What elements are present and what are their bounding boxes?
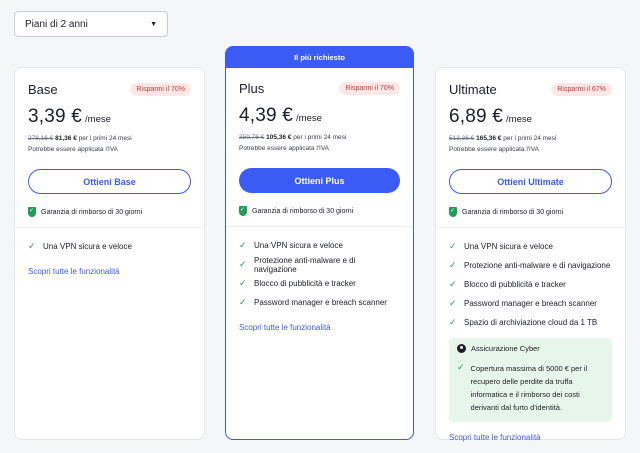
plan-name: Ultimate	[449, 82, 497, 97]
feature-item: ✓ Protezione anti-malware e di navigazion…	[449, 260, 611, 270]
new-price: 105,36 €	[266, 134, 292, 141]
feature-list: ✓ Una VPN sicura e veloce ✓ Protezione ant…	[449, 237, 612, 332]
most-popular-ribbon: Il più richiesto	[226, 47, 413, 68]
period-text: per i primi 24 mesi	[78, 135, 132, 142]
check-icon: ✓	[449, 241, 457, 251]
old-price: 359,76 €	[239, 134, 265, 141]
check-icon: ✓	[449, 279, 457, 289]
price-amount: 3,39 €	[28, 106, 83, 127]
old-price: 513,36 €	[449, 135, 475, 142]
price-period: /mese	[85, 114, 111, 125]
plan-duration-select[interactable]: Piani di 2 anni ▼	[14, 11, 168, 37]
shield-icon	[239, 206, 247, 216]
feature-item: ✓ Password manager e breach scanner	[449, 298, 597, 308]
guarantee-text: Garanzia di rimborso di 30 giorni	[252, 207, 354, 215]
plan-card-base: Base Risparmi il 70% 3,39 € /mese 278,16…	[14, 67, 205, 440]
plan-card-plus: Il più richiesto Plus Risparmi il 70% 4,…	[225, 46, 414, 440]
feature-item: ✓ Blocco di pubblicità e tracker	[449, 279, 566, 289]
new-price: 165,36 €	[476, 135, 502, 142]
check-icon: ✓	[449, 317, 457, 327]
savings-badge: Risparmi il 67%	[551, 83, 612, 96]
check-icon: ✓	[457, 362, 465, 372]
feature-item: ✓ Blocco di pubblicità e tracker	[239, 278, 356, 288]
insurance-icon	[457, 344, 466, 353]
caret-down-icon: ▼	[150, 20, 157, 28]
check-icon: ✓	[449, 260, 457, 270]
check-icon: ✓	[28, 241, 36, 251]
check-icon: ✓	[239, 278, 247, 288]
feature-item: ✓ Spazio di archiviazione cloud da 1 TB	[449, 317, 598, 327]
plan-card-ultimate: Ultimate Risparmi il 67% 6,89 € /mese 51…	[435, 67, 626, 442]
guarantee-text: Garanzia di rimborso di 30 giorni	[462, 208, 564, 216]
divider	[436, 227, 625, 228]
feature-item: ✓ Una VPN sicura e veloce	[449, 241, 553, 251]
get-ultimate-button[interactable]: Ottieni Ultimate	[449, 169, 612, 194]
vat-note: Potrebbe essere applicata l'IVA	[449, 146, 540, 153]
vat-note: Potrebbe essere applicata l'IVA	[28, 146, 119, 153]
check-icon: ✓	[239, 259, 247, 269]
shield-icon	[28, 207, 36, 217]
old-price: 278,16 €	[28, 135, 54, 142]
savings-badge: Risparmi il 70%	[130, 83, 191, 96]
feature-item: ✓ Password manager e breach scanner	[239, 297, 387, 307]
savings-badge: Risparmi il 70%	[339, 82, 400, 95]
all-features-link[interactable]: Scopri tutte le funzionalità	[28, 267, 120, 276]
feature-item: ✓ Protezione anti-malware e di navigazion…	[239, 255, 356, 274]
get-plus-button[interactable]: Ottieni Plus	[239, 168, 400, 193]
price-period: /mese	[296, 113, 322, 124]
vat-note: Potrebbe essere applicata l'IVA	[239, 145, 330, 152]
new-price: 81,36 €	[55, 135, 77, 142]
cyber-title: Assicurazione Cyber	[471, 344, 540, 353]
price-amount: 6,89 €	[449, 106, 504, 127]
check-icon: ✓	[449, 298, 457, 308]
period-text: per i primi 24 mesi	[503, 135, 557, 142]
period-text: per i primi 24 mesi	[293, 134, 347, 141]
all-features-link[interactable]: Scopri tutte le funzionalità	[449, 433, 541, 442]
feature-list: ✓ Una VPN sicura e veloce ✓ Protezione ant…	[239, 236, 400, 312]
check-icon: ✓	[239, 297, 247, 307]
divider	[226, 226, 413, 227]
get-base-button[interactable]: Ottieni Base	[28, 169, 191, 194]
plan-name: Base	[28, 82, 58, 97]
all-features-link[interactable]: Scopri tutte le funzionalità	[239, 323, 331, 332]
feature-item: ✓ Una VPN sicura e veloce	[239, 240, 343, 250]
price-period: /mese	[506, 114, 532, 125]
plan-duration-value: Piani di 2 anni	[25, 18, 88, 30]
check-icon: ✓	[239, 240, 247, 250]
cyber-text: Copertura massima di 5000 € per il recup…	[470, 364, 588, 412]
cyber-insurance-box: Assicurazione Cyber ✓ Copertura massima …	[449, 338, 612, 422]
shield-icon	[449, 207, 457, 217]
feature-item: ✓ Una VPN sicura e veloce	[28, 241, 132, 251]
price-amount: 4,39 €	[239, 105, 294, 126]
guarantee-text: Garanzia di rimborso di 30 giorni	[41, 208, 143, 216]
divider	[15, 227, 204, 228]
feature-list: ✓ Una VPN sicura e veloce	[28, 237, 191, 256]
plan-name: Plus	[239, 81, 265, 96]
